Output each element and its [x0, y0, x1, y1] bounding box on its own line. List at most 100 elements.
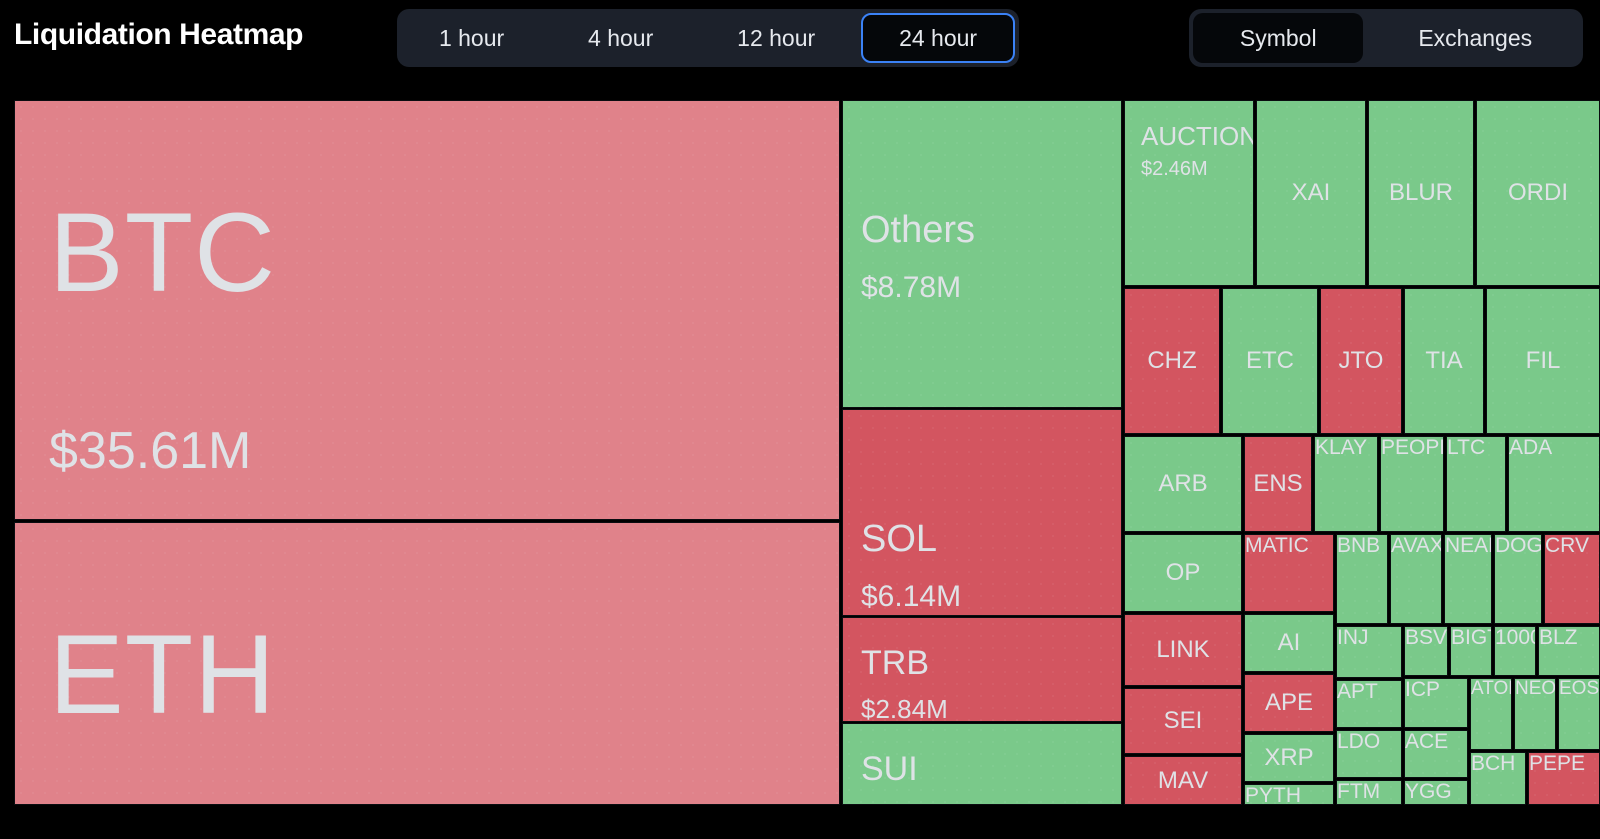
- app-header: Liquidation Heatmap 1 hour 4 hour 12 hour 2…: [0, 0, 1600, 78]
- treemap-cell-symbol: BIGTIME: [1451, 626, 1491, 649]
- treemap-cell-ai[interactable]: AI: [1244, 614, 1334, 672]
- treemap-cell-symbol: NEAR: [1445, 534, 1491, 557]
- treemap-cell-symbol: SOL: [861, 518, 938, 560]
- treemap-cell-others[interactable]: Others $8.78M: [842, 100, 1122, 408]
- treemap-cell-symbol: BLUR: [1388, 179, 1454, 206]
- treemap-cell-symbol: PEPE: [1529, 752, 1586, 775]
- treemap-cell-symbol: MATIC: [1245, 534, 1309, 557]
- treemap-cell-ens[interactable]: ENS: [1244, 436, 1312, 532]
- treemap-cell-ygg[interactable]: YGG: [1404, 780, 1468, 805]
- treemap-cell-symbol: YGG: [1405, 780, 1452, 803]
- treemap-cell-matic[interactable]: MATIC: [1244, 534, 1334, 612]
- liquidation-treemap: BTC $35.61M ETH$23.67M Others $8.78M SOL $6.14…: [0, 78, 1600, 839]
- treemap-cell-symbol: BCH: [1471, 752, 1516, 775]
- grouping-tab-group: Symbol Exchanges: [1189, 9, 1583, 67]
- treemap-cell-op[interactable]: OP: [1124, 534, 1242, 612]
- treemap-cell-symbol: ADA: [1509, 436, 1553, 459]
- treemap-cell-apt[interactable]: APT: [1336, 680, 1402, 728]
- timeframe-tab-24-hour[interactable]: 24 hour: [861, 13, 1016, 63]
- treemap-cell-pepe[interactable]: PEPE: [1528, 752, 1600, 805]
- treemap-cell-symbol: DOGE: [1495, 534, 1542, 557]
- treemap-cell-symbol: CHZ: [1147, 347, 1197, 374]
- treemap-cell-symbol: LDO: [1337, 730, 1381, 753]
- treemap-cell-symbol: ACE: [1405, 730, 1449, 753]
- treemap-cell-atom[interactable]: ATOM: [1470, 678, 1512, 750]
- treemap-cell-symbol: LTC: [1447, 436, 1486, 459]
- treemap-cell-inj[interactable]: INJ: [1336, 626, 1402, 678]
- treemap-cell-symbol: SUI: [861, 750, 918, 788]
- treemap-cell-klay[interactable]: KLAY: [1314, 436, 1378, 532]
- treemap-cell-doge[interactable]: DOGE: [1494, 534, 1542, 624]
- treemap-cell-bigtime[interactable]: BIGTIME: [1450, 626, 1492, 676]
- treemap-cell-chz[interactable]: CHZ: [1124, 288, 1220, 434]
- treemap-cell-crv[interactable]: CRV: [1544, 534, 1600, 624]
- treemap-cell-near[interactable]: NEAR: [1444, 534, 1492, 624]
- treemap-cell-avax[interactable]: AVAX: [1390, 534, 1442, 624]
- treemap-cell-people[interactable]: PEOPLE: [1380, 436, 1444, 532]
- treemap-cell-value: $2.51M: [861, 802, 948, 804]
- treemap-cell-btc[interactable]: BTC $35.61M: [14, 100, 840, 520]
- treemap-cell-symbol: BNB: [1337, 534, 1381, 557]
- treemap-cell-symbol: NEO: [1515, 678, 1556, 699]
- treemap-cell-value: $2.46M: [1141, 158, 1208, 180]
- treemap-cell-symbol: FTM: [1337, 780, 1381, 803]
- treemap-cell-symbol: OP: [1165, 559, 1201, 586]
- treemap-cell-blz[interactable]: BLZ: [1538, 626, 1600, 676]
- treemap-cell-ape[interactable]: APE: [1244, 674, 1334, 732]
- treemap-cell-auction[interactable]: AUCTION $2.46M: [1124, 100, 1254, 286]
- treemap-cell-1000sats[interactable]: 1000SATS: [1494, 626, 1536, 676]
- treemap-cell-blur[interactable]: BLUR: [1368, 100, 1474, 286]
- treemap-cell-symbol: ICP: [1405, 678, 1441, 701]
- treemap-cell-symbol: EOS: [1559, 678, 1600, 699]
- treemap-cell-bsv[interactable]: BSV: [1404, 626, 1448, 676]
- treemap-cell-arb[interactable]: ARB: [1124, 436, 1242, 532]
- treemap-cell-etc[interactable]: ETC: [1222, 288, 1318, 434]
- treemap-cell-symbol: CRV: [1545, 534, 1589, 557]
- treemap-cell-mav[interactable]: MAV: [1124, 756, 1242, 805]
- treemap-cell-symbol: 1000SATS: [1495, 626, 1535, 649]
- treemap-cell-symbol: ETC: [1246, 347, 1294, 374]
- timeframe-tab-group: 1 hour 4 hour 12 hour 24 hour: [397, 9, 1019, 67]
- treemap-cell-symbol: APE: [1264, 689, 1314, 716]
- treemap-cell-symbol: KLAY: [1315, 436, 1368, 459]
- treemap-cell-ordi[interactable]: ORDI: [1476, 100, 1600, 286]
- treemap-cell-eth[interactable]: ETH$23.67M: [14, 522, 840, 805]
- treemap-cell-sol[interactable]: SOL $6.14M: [842, 409, 1122, 616]
- treemap-cell-symbol: MAV: [1157, 766, 1209, 794]
- treemap-cell-value: $2.84M: [861, 694, 948, 722]
- treemap-cell-trb[interactable]: TRB $2.84M: [842, 617, 1122, 722]
- treemap-cell-ldo[interactable]: LDO: [1336, 730, 1402, 778]
- treemap-cell-symbol: AVAX: [1391, 534, 1442, 557]
- timeframe-tab-4-hour[interactable]: 4 hour: [550, 13, 691, 63]
- treemap-cell-sei[interactable]: SEI: [1124, 688, 1242, 754]
- grouping-tab-symbol[interactable]: Symbol: [1193, 13, 1364, 63]
- treemap-cell-ftm[interactable]: FTM: [1336, 780, 1402, 805]
- treemap-cell-bch[interactable]: BCH: [1470, 752, 1526, 805]
- treemap-cell-jto[interactable]: JTO: [1320, 288, 1402, 434]
- treemap-cell-neo[interactable]: NEO: [1514, 678, 1556, 750]
- treemap-cell-eos[interactable]: EOS: [1558, 678, 1600, 750]
- treemap-cell-ltc[interactable]: LTC: [1446, 436, 1506, 532]
- treemap-cell-symbol: LINK: [1156, 636, 1210, 663]
- treemap-cell-symbol: ENS: [1253, 470, 1303, 497]
- treemap-cell-link[interactable]: LINK: [1124, 614, 1242, 686]
- treemap-cell-value: $35.61M: [49, 422, 252, 480]
- treemap-cell-ace[interactable]: ACE: [1404, 730, 1468, 778]
- treemap-cell-xrp[interactable]: XRP: [1244, 734, 1334, 782]
- treemap-cell-icp[interactable]: ICP: [1404, 678, 1468, 728]
- treemap-cell-symbol: PEOPLE: [1381, 436, 1443, 459]
- treemap-cell-fil[interactable]: FIL: [1486, 288, 1600, 434]
- treemap-cell-symbol: ARB: [1158, 470, 1208, 497]
- treemap-cell-bnb[interactable]: BNB: [1336, 534, 1388, 624]
- treemap-cell-xai[interactable]: XAI: [1256, 100, 1366, 286]
- timeframe-tab-1-hour[interactable]: 1 hour: [401, 13, 542, 63]
- treemap-cell-pyth[interactable]: PYTH: [1244, 784, 1334, 805]
- grouping-tab-exchanges[interactable]: Exchanges: [1371, 13, 1579, 63]
- timeframe-tab-12-hour[interactable]: 12 hour: [699, 13, 853, 63]
- treemap-cell-value: $8.78M: [861, 271, 962, 304]
- treemap-cell-symbol: TRB: [861, 644, 929, 682]
- treemap-cell-symbol: JTO: [1338, 347, 1384, 374]
- treemap-cell-tia[interactable]: TIA: [1404, 288, 1484, 434]
- treemap-cell-ada[interactable]: ADA: [1508, 436, 1600, 532]
- treemap-cell-sui[interactable]: SUI $2.51M: [842, 723, 1122, 805]
